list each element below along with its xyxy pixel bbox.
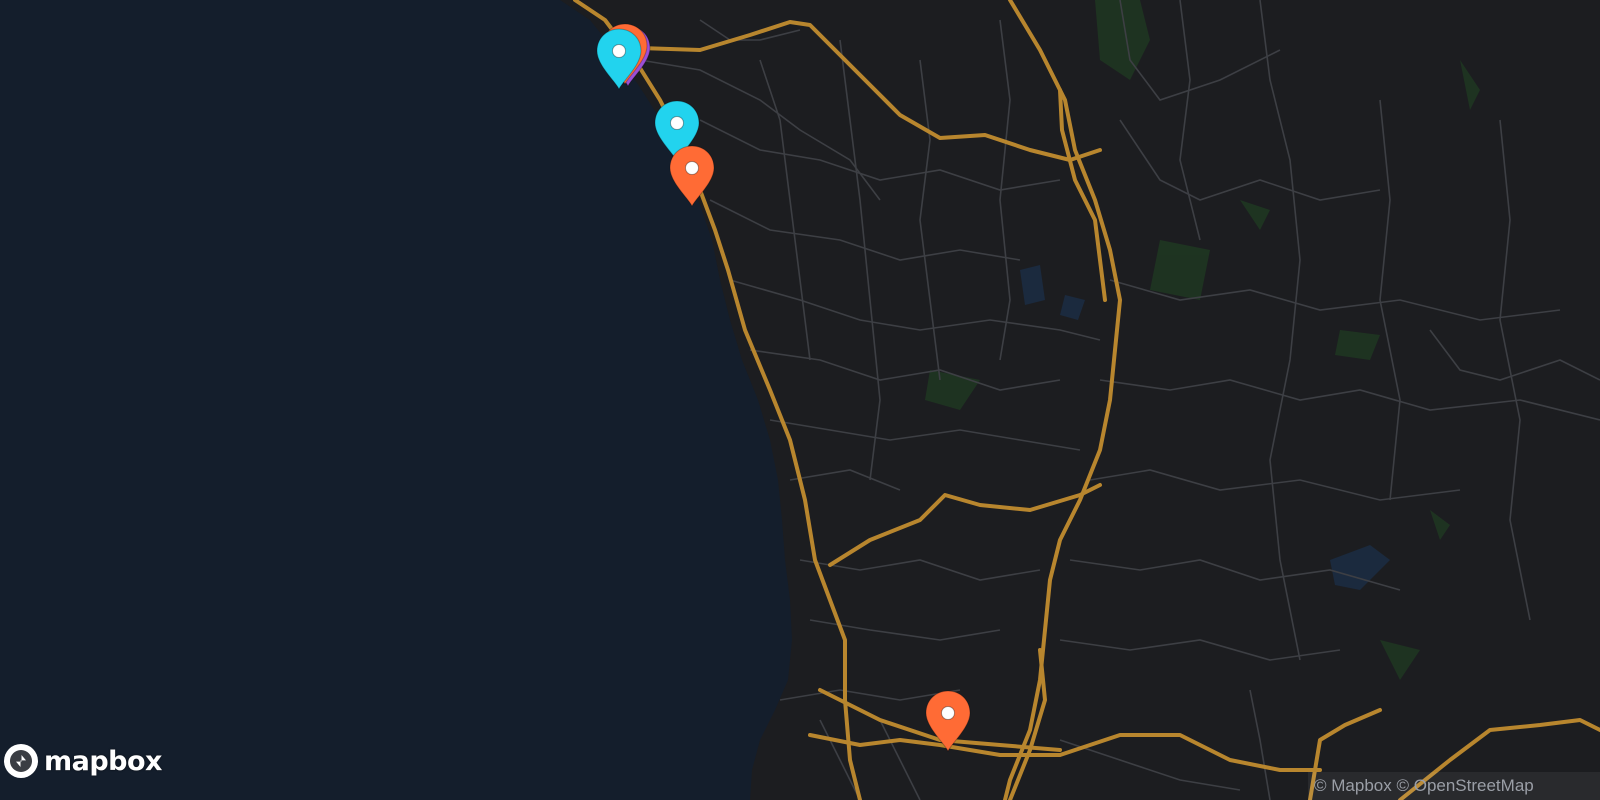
- map-marker-dot: [612, 44, 626, 58]
- map-marker-dot: [670, 116, 684, 130]
- map-marker-dot: [941, 706, 955, 720]
- mapbox-logo-text: mapbox: [44, 745, 162, 777]
- map-canvas[interactable]: [0, 0, 1600, 800]
- map-attribution: © Mapbox © OpenStreetMap: [1308, 772, 1600, 800]
- mapbox-logo[interactable]: mapbox: [4, 742, 162, 780]
- attribution-osm-link[interactable]: © OpenStreetMap: [1396, 776, 1533, 795]
- map-marker-dot: [685, 161, 699, 175]
- attribution-mapbox-link[interactable]: © Mapbox: [1314, 776, 1392, 795]
- mapbox-logo-icon: [4, 744, 38, 778]
